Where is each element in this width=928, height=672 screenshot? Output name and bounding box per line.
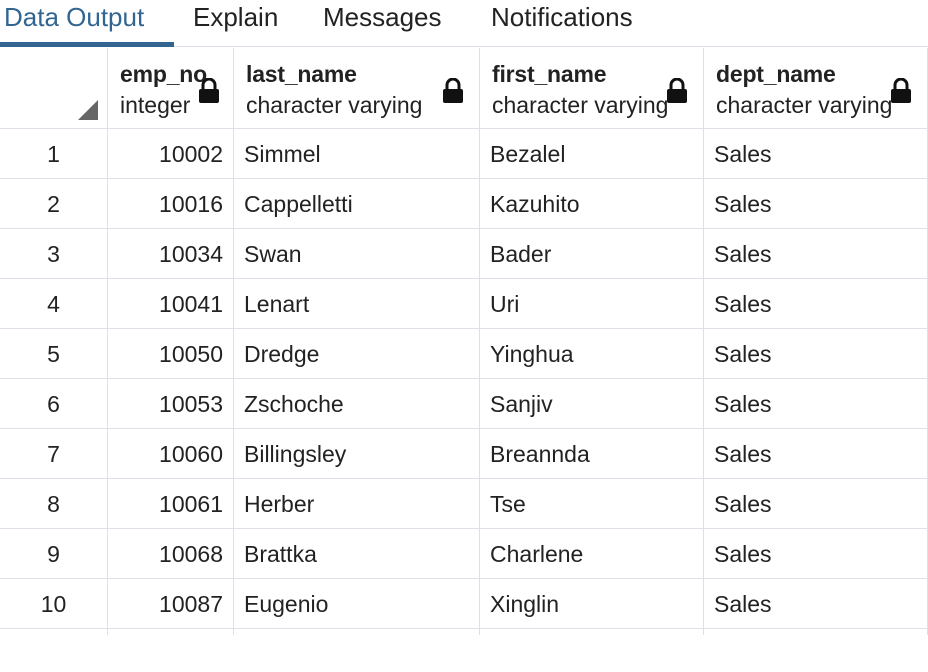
table-cell-dept-name[interactable]: Sales — [704, 179, 928, 229]
row-number[interactable]: 9 — [0, 529, 108, 579]
column-name: emp_no — [120, 61, 207, 87]
column-type: character varying — [246, 92, 423, 118]
lock-icon — [891, 78, 911, 103]
table-cell-dept-name[interactable]: Sales — [704, 129, 928, 179]
row-number[interactable]: 1 — [0, 129, 108, 179]
table-cell-last-name[interactable]: Dredge — [234, 329, 480, 379]
table-cell-dept-name[interactable]: Sales — [704, 329, 928, 379]
table-cell-last-name[interactable]: Brattka — [234, 529, 480, 579]
table-cell-first-name[interactable]: Yinghua — [480, 329, 704, 379]
table-cell-last-name[interactable]: Billingsley — [234, 429, 480, 479]
table-cell-first-name[interactable]: Charlene — [480, 529, 704, 579]
tab-messages[interactable]: Messages — [323, 0, 442, 46]
data-output-grid: emp_nointeger last_name character varying f… — [0, 48, 928, 672]
table-cell-emp-no[interactable]: 10041 — [108, 279, 234, 329]
table-cell-first-name[interactable]: Sanjiv — [480, 379, 704, 429]
table-cell-first-name[interactable]: Breannda — [480, 429, 704, 479]
table-row-partial — [234, 629, 480, 635]
table-cell-emp-no[interactable]: 10002 — [108, 129, 234, 179]
table-cell-emp-no[interactable]: 10016 — [108, 179, 234, 229]
table-cell-dept-name[interactable]: Sales — [704, 379, 928, 429]
table-cell-last-name[interactable]: Herber — [234, 479, 480, 529]
table-cell-dept-name[interactable]: Sales — [704, 429, 928, 479]
table-cell-dept-name[interactable]: Sales — [704, 579, 928, 629]
table-cell-emp-no[interactable]: 10061 — [108, 479, 234, 529]
table-cell-last-name[interactable]: Lenart — [234, 279, 480, 329]
select-all-corner[interactable] — [0, 48, 108, 129]
table-cell-first-name[interactable]: Xinglin — [480, 579, 704, 629]
row-number[interactable]: 4 — [0, 279, 108, 329]
table-cell-first-name[interactable]: Bezalel — [480, 129, 704, 179]
table-cell-emp-no[interactable]: 10053 — [108, 379, 234, 429]
tab-explain[interactable]: Explain — [193, 0, 278, 46]
table-cell-last-name[interactable]: Simmel — [234, 129, 480, 179]
table-cell-last-name[interactable]: Swan — [234, 229, 480, 279]
table-cell-emp-no[interactable]: 10034 — [108, 229, 234, 279]
table-cell-dept-name[interactable]: Sales — [704, 279, 928, 329]
row-number[interactable]: 2 — [0, 179, 108, 229]
lock-icon — [199, 78, 219, 103]
row-number[interactable]: 7 — [0, 429, 108, 479]
row-number[interactable]: 8 — [0, 479, 108, 529]
table-cell-emp-no[interactable]: 10060 — [108, 429, 234, 479]
table-cell-last-name[interactable]: Zschoche — [234, 379, 480, 429]
results-tabbar: Data Output Explain Messages Notificatio… — [0, 0, 928, 47]
column-name: last_name — [246, 61, 357, 87]
select-all-corner-icon[interactable] — [78, 100, 98, 120]
table-row-partial — [0, 629, 108, 635]
row-number[interactable]: 5 — [0, 329, 108, 379]
active-tab-indicator — [0, 42, 174, 47]
table-cell-last-name[interactable]: Eugenio — [234, 579, 480, 629]
table-cell-first-name[interactable]: Uri — [480, 279, 704, 329]
table-cell-first-name[interactable]: Kazuhito — [480, 179, 704, 229]
table-row-partial — [480, 629, 704, 635]
table-cell-dept-name[interactable]: Sales — [704, 529, 928, 579]
row-number[interactable]: 6 — [0, 379, 108, 429]
table-cell-emp-no[interactable]: 10087 — [108, 579, 234, 629]
row-number[interactable]: 3 — [0, 229, 108, 279]
table-cell-last-name[interactable]: Cappelletti — [234, 179, 480, 229]
column-type: character varying — [716, 92, 893, 118]
table-cell-first-name[interactable]: Bader — [480, 229, 704, 279]
column-name: first_name — [492, 61, 607, 87]
tab-notifications[interactable]: Notifications — [491, 0, 633, 46]
row-number[interactable]: 10 — [0, 579, 108, 629]
table-row-partial — [704, 629, 928, 635]
lock-icon — [443, 78, 463, 103]
table-cell-dept-name[interactable]: Sales — [704, 479, 928, 529]
column-type: character varying — [492, 92, 669, 118]
table-cell-emp-no[interactable]: 10050 — [108, 329, 234, 379]
tab-data-output[interactable]: Data Output — [4, 0, 144, 46]
table-cell-emp-no[interactable]: 10068 — [108, 529, 234, 579]
table-cell-dept-name[interactable]: Sales — [704, 229, 928, 279]
column-type: integer — [120, 92, 191, 118]
lock-icon — [667, 78, 687, 103]
table-row-partial — [108, 629, 234, 635]
table-cell-first-name[interactable]: Tse — [480, 479, 704, 529]
column-name: dept_name — [716, 61, 836, 87]
